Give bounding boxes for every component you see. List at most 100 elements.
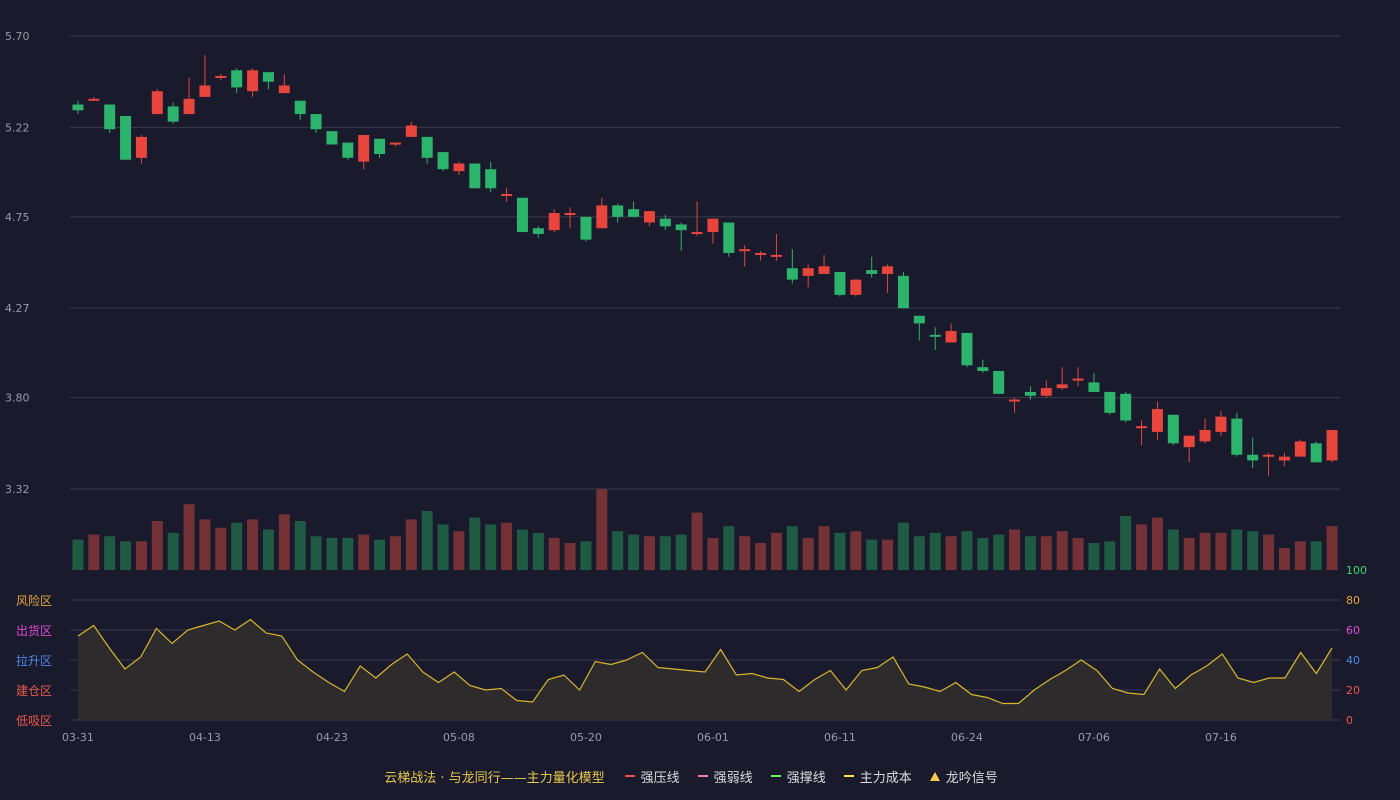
volume-bar (1263, 534, 1275, 570)
volume-bar (691, 512, 703, 570)
candle-body (1104, 391, 1116, 413)
volume-bar (231, 522, 243, 570)
volume-bar (786, 526, 798, 570)
candle-body (72, 104, 84, 111)
candle-body (643, 211, 655, 223)
candle-body (786, 268, 798, 280)
volume-bar (1151, 517, 1163, 570)
volume-bar (310, 536, 322, 570)
candle-body (183, 98, 195, 115)
candle-body (1040, 388, 1052, 396)
candle-body (469, 163, 481, 189)
candle-body (1215, 416, 1227, 432)
osc-area (78, 619, 1332, 720)
candle-body (247, 70, 259, 92)
volume-bar (993, 534, 1005, 570)
candle-body (120, 115, 132, 160)
price-axis-tick: 4.75 (5, 211, 30, 224)
x-axis-tick: 07-06 (1078, 731, 1110, 744)
volume-bar (183, 504, 195, 570)
candle-body (802, 268, 814, 276)
legend-item-support[interactable]: 强撑线 (770, 767, 826, 786)
volume-bar (262, 529, 274, 570)
volume-bar (453, 531, 465, 570)
volume-bar (294, 521, 306, 570)
volume-bar (866, 539, 878, 570)
candle-body (834, 272, 846, 295)
x-axis-tick: 03-31 (62, 731, 94, 744)
zone-label: 低吸区 (16, 714, 52, 728)
volume-bar (755, 543, 767, 570)
volume-bar (1310, 541, 1322, 570)
candle-body (167, 106, 179, 122)
candle-body (199, 85, 211, 97)
x-axis-tick: 04-23 (316, 731, 348, 744)
volume-bar (1009, 529, 1021, 570)
volume-bar (1183, 537, 1195, 570)
candle-body (1056, 384, 1068, 389)
volume-bar (1247, 531, 1259, 570)
chart-canvas: 5.70 5.22 4.75 4.27 3.80 3.32 100 80 60 40 20 0 风险区出… (5, 30, 1367, 744)
osc-axis-tick: 40 (1346, 654, 1360, 667)
volume-bar (278, 514, 290, 570)
candle-body (215, 75, 227, 78)
candle-body (532, 228, 544, 234)
volume-bar (501, 522, 513, 570)
osc-axis-tick: 20 (1346, 684, 1360, 697)
volume-bar (945, 536, 957, 570)
zone-label: 风险区 (16, 593, 52, 608)
candle-body (1231, 418, 1243, 455)
volume-bar (1326, 526, 1338, 570)
legend-title: 云梯战法 · 与龙同行——主力量化模型 (384, 770, 605, 786)
volume-bar (834, 532, 846, 570)
zone-label: 拉升区 (16, 653, 52, 668)
legend-item-signal[interactable]: 龙吟信号 (929, 767, 998, 786)
volume-bar (1136, 524, 1148, 570)
price-axis-tick: 3.80 (5, 392, 30, 405)
candle-body (1278, 456, 1290, 461)
volume-bar (389, 536, 401, 570)
candle-body (723, 222, 735, 253)
candle-body (707, 218, 719, 233)
volume-bar (532, 532, 544, 570)
osc-axis-tick: 0 (1346, 714, 1353, 727)
volume-bar (151, 521, 163, 570)
volume-bar (564, 543, 576, 570)
volume-bar (739, 536, 751, 570)
volume-bar (120, 541, 132, 570)
price-axis-tick: 5.70 (5, 30, 30, 43)
volume-bar (929, 532, 941, 570)
volume-bar (88, 534, 100, 570)
volume-bar (770, 532, 782, 570)
candle-body (501, 193, 513, 196)
x-axis-tick: 06-24 (951, 731, 983, 744)
legend-item-cost[interactable]: 主力成本 (843, 767, 912, 786)
candle-body (1326, 429, 1338, 461)
legend-label: 强撑线 (786, 770, 826, 786)
candle-body (1263, 454, 1275, 457)
volume-bar (421, 510, 433, 570)
volume-bar (1278, 548, 1290, 570)
candle-body (818, 266, 830, 274)
legend-swatch-strength (697, 775, 708, 777)
candle-body (596, 205, 608, 229)
candle-body (1151, 409, 1163, 432)
candle-body (516, 197, 528, 233)
volume-bar (1294, 541, 1306, 570)
candle-body (977, 367, 989, 371)
legend-item-strength[interactable]: 强弱线 (697, 767, 753, 786)
x-axis-tick: 07-16 (1205, 731, 1237, 744)
candle-body (374, 138, 386, 155)
legend-item-resistance[interactable]: 强压线 (624, 767, 680, 786)
candle-body (929, 334, 941, 337)
candle-body (993, 370, 1005, 394)
volume-bar (961, 531, 973, 570)
volume-bar (374, 539, 386, 570)
candle-body (1072, 378, 1084, 381)
volume-bar (1120, 516, 1132, 570)
candle-body (104, 104, 116, 130)
candle-body (278, 85, 290, 94)
price-axis-tick: 4.27 (5, 302, 30, 315)
volume-bar (882, 539, 894, 570)
legend-label: 强压线 (640, 770, 680, 786)
